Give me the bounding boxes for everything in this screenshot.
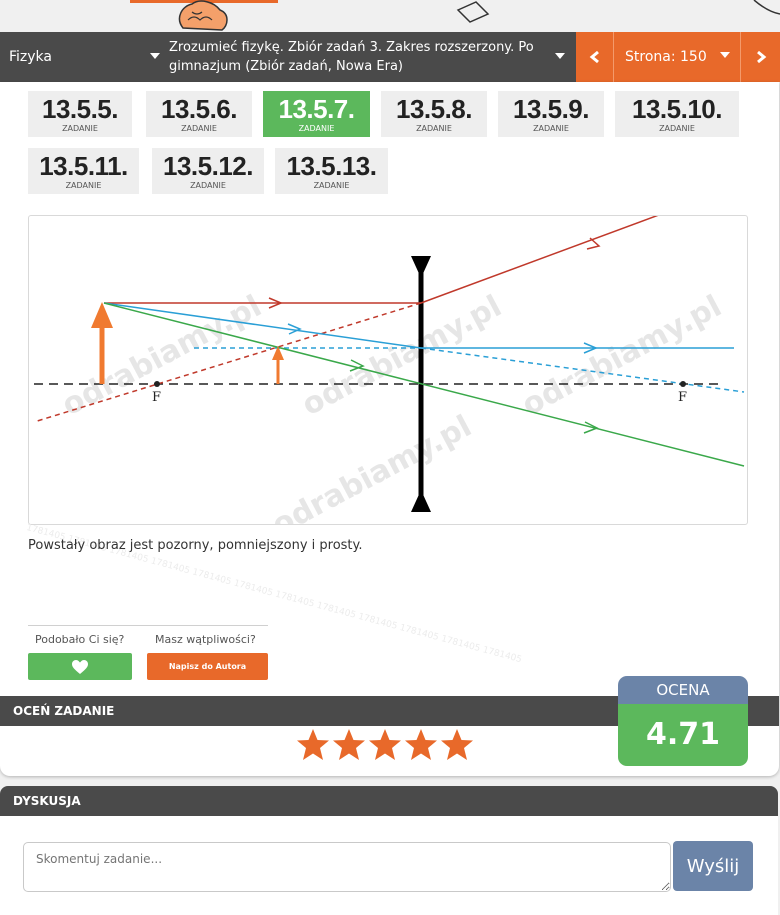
lens-top-marker (411, 256, 431, 278)
send-button[interactable]: Wyślij (673, 841, 753, 891)
navigation-bar: Fizyka Zrozumieć fizykę. Zbiór zadań 3. … (0, 32, 780, 82)
chevron-down-icon (150, 53, 160, 59)
divider (28, 625, 268, 626)
like-button[interactable] (28, 653, 132, 680)
liked-question: Podobało Ci się? (35, 633, 125, 646)
task-label: ZADANIE (65, 181, 102, 190)
star-icon[interactable] (368, 728, 402, 762)
score-value: 4.71 (618, 704, 748, 766)
book-select[interactable]: Zrozumieć fizykę. Zbiór zadań 3. Zakres … (165, 32, 575, 82)
task-button-13-5-9[interactable]: 13.5.9. ZADANIE (498, 91, 604, 137)
ray-diagram: odrabiamy.pl odrabiamy.pl odrabiamy.pl o… (33, 216, 745, 525)
task-label: ZADANIE (298, 124, 335, 133)
comment-input[interactable] (23, 842, 671, 892)
task-button-13-5-11[interactable]: 13.5.11. ZADANIE (28, 148, 139, 194)
watermark-text: odrabiamy.pl (516, 289, 727, 423)
focus-label-right: F (678, 390, 687, 405)
chevron-down-icon (720, 52, 730, 58)
focal-point-left (154, 381, 160, 387)
task-label: ZADANIE (313, 181, 350, 190)
write-author-button[interactable]: Napisz do Autora (147, 653, 268, 680)
page-select[interactable]: Strona: 150 (614, 32, 740, 82)
watermark-text: odrabiamy.pl (56, 289, 267, 423)
task-button-13-5-10[interactable]: 13.5.10. ZADANIE (615, 91, 739, 137)
task-number: 13.5.8. (395, 94, 473, 124)
task-number: 13.5.12. (163, 151, 253, 181)
rating-stars (296, 728, 474, 768)
star-icon[interactable] (296, 728, 330, 762)
header-illustration (130, 0, 780, 31)
chevron-left-icon (589, 50, 599, 64)
heart-icon (72, 659, 88, 674)
task-number: 13.5.11. (39, 151, 128, 181)
task-label: ZADANIE (659, 124, 695, 133)
task-button-13-5-7[interactable]: 13.5.7. ZADANIE (263, 91, 370, 137)
red-ray-refracted (420, 216, 659, 304)
star-icon[interactable] (404, 728, 438, 762)
score-badge: OCENA 4.71 (618, 676, 748, 766)
task-label: ZADANIE (533, 124, 569, 133)
doubts-question: Masz wątpliwości? (155, 633, 256, 646)
task-button-13-5-5[interactable]: 13.5.5. ZADANIE (28, 91, 132, 137)
task-number: 13.5.10. (632, 94, 722, 124)
focus-label-left: F (152, 390, 161, 405)
task-number: 13.5.6. (160, 94, 238, 124)
prev-page-button[interactable] (576, 32, 613, 82)
discussion-header: DYSKUSJA (0, 786, 778, 816)
task-button-13-5-12[interactable]: 13.5.12. ZADANIE (152, 148, 264, 194)
subject-label: Fizyka (9, 49, 52, 65)
book-label: Zrozumieć fizykę. Zbiór zadań 3. Zakres … (169, 40, 534, 74)
task-number: 13.5.9. (512, 94, 590, 124)
watermark-text: odrabiamy.pl (266, 409, 477, 525)
score-label: OCENA (618, 676, 748, 704)
lens-diagram: odrabiamy.pl odrabiamy.pl odrabiamy.pl o… (28, 215, 748, 525)
subject-select[interactable]: Fizyka (0, 32, 165, 82)
answer-text: Powstały obraz jest pozorny, pomniejszon… (28, 538, 363, 553)
chevron-down-icon (555, 53, 565, 59)
task-number: 13.5.5. (41, 94, 119, 124)
lens-bottom-marker (411, 490, 431, 512)
discussion-section: Wyślij (0, 816, 778, 915)
chevron-right-icon (756, 50, 766, 64)
task-label: ZADANIE (416, 124, 452, 133)
task-button-13-5-8[interactable]: 13.5.8. ZADANIE (381, 91, 487, 137)
task-button-13-5-6[interactable]: 13.5.6. ZADANIE (146, 91, 252, 137)
object-arrow-head (91, 302, 113, 328)
star-icon[interactable] (440, 728, 474, 762)
task-card: 13.5.5. ZADANIE 13.5.6. ZADANIE 13.5.7. … (0, 82, 779, 776)
task-label: ZADANIE (62, 124, 98, 133)
focal-point-right (680, 381, 686, 387)
star-icon[interactable] (332, 728, 366, 762)
page-label: Strona: 150 (625, 49, 707, 65)
task-label: ZADANIE (190, 181, 226, 190)
task-number: 13.5.7. (278, 94, 355, 124)
task-number: 13.5.13. (286, 151, 377, 181)
task-label: ZADANIE (181, 124, 217, 133)
task-button-13-5-13[interactable]: 13.5.13. ZADANIE (275, 148, 388, 194)
header-strip (0, 0, 780, 32)
next-page-button[interactable] (741, 32, 780, 82)
watermark-layer: odrabiamy.pl odrabiamy.pl odrabiamy.pl o… (56, 289, 727, 525)
